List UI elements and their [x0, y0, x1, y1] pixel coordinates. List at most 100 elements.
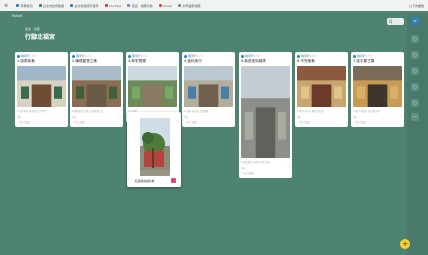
post-title: 5.新莊老街巷弄: [241, 59, 266, 63]
brand-name[interactable]: Padlet: [12, 14, 22, 18]
post-photo[interactable]: [353, 66, 402, 107]
bookmark-icon: [70, 4, 74, 7]
post-title: 2.陳德星堂之美: [72, 59, 97, 63]
post-tags: 4.街屋 迪化街 古厝建築: [184, 110, 209, 113]
post-count: 6 / 3: [309, 54, 316, 58]
bookmark-icon: [177, 4, 181, 7]
bookmark-item[interactable]: 文學國家地圖: [177, 3, 201, 8]
post-time: 3天: [353, 116, 357, 119]
bookmark-label: 文學國家地圖: [182, 3, 201, 8]
bookmark-icon: [104, 4, 108, 7]
post-count: 3 / 3: [140, 54, 147, 58]
post-tags: 7.廟宇 老街區 延平郡王祠: [353, 110, 380, 113]
favorite-button[interactable]: ☆ 加入收藏: [17, 120, 66, 124]
post-title: 4.迪化街行: [184, 59, 202, 63]
comment-icon[interactable]: ▢: [64, 115, 66, 119]
bookmark-item[interactable]: 苹果新闻: [16, 4, 33, 8]
post-photo[interactable]: [241, 66, 290, 158]
other-bookmarks[interactable]: 以下的書籤: [409, 4, 424, 8]
post-title: 3.林宅再現: [128, 59, 146, 63]
post-time: 3天: [241, 167, 245, 170]
post-header: 陳同學 2 / 3: [72, 54, 121, 58]
rail-button-2[interactable]: ▢: [411, 51, 419, 59]
post-count: 4 / 3: [196, 54, 203, 58]
post-meta: 3天 ▢: [241, 166, 290, 170]
search-button[interactable]: Q: [387, 18, 404, 25]
floating-post-card[interactable]: 紅牆與綠樹共舞: [127, 112, 181, 187]
bookmark-item[interactable]: 台北市政府影音库: [70, 4, 99, 8]
post-card[interactable]: 陳同學 1 / 3 1.街角街巷 1.街區巷弄 老宅街道 方的門 3天 ▢ ☆ …: [15, 52, 68, 127]
post-photo: [140, 118, 170, 176]
author-name: 陳同學: [132, 55, 140, 58]
post-card[interactable]: 陳同學 5 / 3 5.新莊老街巷弄 5.老街巷弄 走過的小巷 街角 3天 ▢ …: [239, 52, 292, 178]
avatar: [72, 54, 75, 58]
post-photo[interactable]: [128, 66, 177, 107]
bookmark-icon: [127, 4, 131, 7]
post-title: 1.街角街巷: [17, 59, 35, 63]
bookmark-icon: [38, 4, 42, 7]
comment-icon[interactable]: ▢: [231, 115, 233, 119]
board-title: 行腳北福宮: [25, 34, 56, 41]
author-name: 陳同學: [188, 55, 196, 58]
comment-icon[interactable]: ▢: [119, 115, 121, 119]
post-title: 6.不完美巷: [297, 59, 315, 63]
rail-button-4[interactable]: ▢: [411, 83, 419, 91]
rail-button-3[interactable]: ▢: [411, 67, 419, 75]
avatar: [297, 54, 300, 58]
avatar: [128, 54, 131, 58]
post-header: 陳同學 7 / 3: [353, 54, 402, 58]
avatar: [241, 54, 244, 58]
comment-icon[interactable]: ▢: [344, 115, 346, 119]
bookmark-item[interactable]: Gmail: [158, 4, 172, 8]
rail-button-5[interactable]: ▢: [411, 99, 419, 107]
rail-button-6[interactable]: —: [411, 113, 419, 121]
author-name: 陳同學: [301, 55, 309, 58]
post-count: 2 / 3: [84, 54, 91, 58]
author-name: 陳同學: [21, 55, 29, 58]
post-photo[interactable]: [297, 66, 346, 107]
favorite-button[interactable]: ☆ 加入收藏: [297, 120, 346, 124]
avatar: [184, 54, 187, 58]
post-header: 陳同學 4 / 3: [184, 54, 233, 58]
post-header: 陳同學 5 / 3: [241, 54, 290, 58]
bookmark-item[interactable]: 台北市政府数据: [38, 3, 65, 8]
favorite-button[interactable]: ☆ 加入收藏: [241, 171, 290, 175]
post-photo[interactable]: [184, 66, 233, 107]
post-badge[interactable]: [171, 178, 176, 183]
bookmark-item[interactable]: 街道 · 地圖行動: [127, 4, 153, 8]
comment-icon[interactable]: ▢: [400, 115, 402, 119]
post-header: 陳同學 1 / 3: [17, 54, 66, 58]
post-time: 3天: [297, 116, 301, 119]
search-icon: Q: [389, 19, 393, 24]
favorite-button[interactable]: ☆ 加入收藏: [184, 120, 233, 124]
post-meta: 3天 ▢: [297, 115, 346, 119]
post-photo[interactable]: [72, 66, 121, 107]
bookmark-label: 台北市政府数据: [43, 3, 65, 8]
post-tags: 6.巷弄 老房子 磚紅色的牆: [297, 110, 324, 113]
favorite-button[interactable]: ☆ 加入收藏: [353, 120, 402, 124]
app-brand: Padlet: [12, 14, 22, 18]
post-photo[interactable]: [17, 66, 66, 107]
post-card[interactable]: 陳同學 2 / 3 2.陳德星堂之美 2.陳德星堂 仕紳 古老建築之美 3天 ▢…: [70, 52, 123, 127]
bookmark-label: YouTube: [109, 3, 122, 8]
post-card[interactable]: 陳同學 6 / 3 6.不完美巷 6.巷弄 老房子 磚紅色的牆 3天 ▢ ☆ 加…: [295, 52, 348, 127]
bookmarks-bar: ≡ 苹果新闻 台北市政府数据 台北市政府影音库 YouTube 街道 · 地圖行動 Gma…: [0, 0, 428, 11]
menu-icon[interactable]: ≡: [4, 3, 10, 9]
comment-icon[interactable]: ▢: [288, 166, 290, 170]
favorite-button[interactable]: ☆ 加入收藏: [72, 120, 121, 124]
bookmark-item[interactable]: YouTube: [104, 3, 122, 8]
add-post-button[interactable]: +: [400, 239, 410, 249]
post-card[interactable]: 陳同學 7 / 3 7.延平郡王廟 7.廟宇 老街區 延平郡王祠 3天 ▢ ☆ …: [351, 52, 404, 127]
avatar: [17, 54, 20, 58]
rail-button-0[interactable]: ≡: [411, 17, 419, 25]
post-meta: 3天 ▢: [17, 115, 66, 119]
post-count: 1 / 3: [29, 54, 36, 58]
post-card[interactable]: 陳同學 4 / 3 4.迪化街行 4.街屋 迪化街 古厝建築 3天 ▢ ☆ 加入…: [182, 52, 235, 127]
board-header: 臺北 · 街巷 行腳北福宮: [25, 27, 55, 41]
post-tags: 1.街區巷弄 老宅街道 方的門: [17, 110, 46, 113]
board-subtitle: 臺北 · 街巷: [25, 27, 40, 31]
post-time: 3天: [184, 116, 188, 119]
rail-button-1[interactable]: ▢: [411, 35, 419, 43]
post-title: 7.延平郡王廟: [353, 59, 375, 63]
post-meta: 3天 ▢: [353, 115, 402, 119]
